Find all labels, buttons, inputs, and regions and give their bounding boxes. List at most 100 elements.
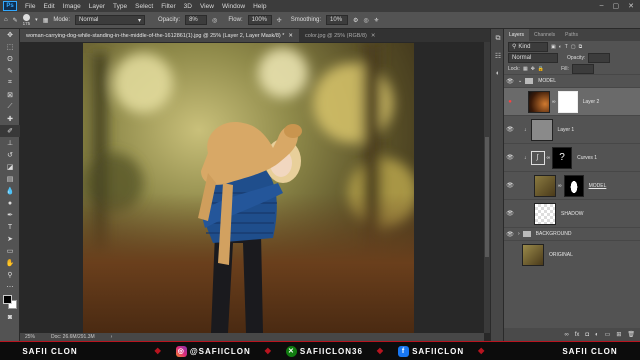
frame-tool-icon[interactable]: ⊠ xyxy=(0,89,20,101)
eraser-tool-icon[interactable]: ◪ xyxy=(0,161,20,173)
quick-mask-icon[interactable]: ◙ xyxy=(0,311,20,323)
chevron-down-icon[interactable]: ⌄ xyxy=(518,78,522,84)
gradient-tool-icon[interactable]: ▤ xyxy=(0,173,20,185)
facebook-link[interactable]: f SAFIICLON xyxy=(398,345,464,357)
pen-tool-icon[interactable]: ✒ xyxy=(0,209,20,221)
marquee-tool-icon[interactable]: ⬚ xyxy=(0,41,20,53)
hand-tool-icon[interactable]: ✋ xyxy=(0,257,20,269)
layer-row[interactable]: 👁 › BACKGROUND xyxy=(504,227,640,240)
lock-pixels-icon[interactable]: ▦ xyxy=(523,66,528,72)
smoothing-field[interactable]: 10% xyxy=(326,15,349,25)
menu-window[interactable]: Window xyxy=(218,3,249,10)
history-brush-tool-icon[interactable]: ↺ xyxy=(0,149,20,161)
tab-document-1[interactable]: woman-carrying-dog-while-standing-in-the… xyxy=(20,29,300,42)
brush-preset-picker[interactable]: 175 xyxy=(23,13,30,27)
menu-file[interactable]: File xyxy=(21,3,39,10)
adjustments-panel-icon[interactable]: ◐ xyxy=(491,66,505,80)
symmetry-icon[interactable]: ⚜ xyxy=(374,17,379,24)
foreground-color-swatch[interactable] xyxy=(3,295,12,304)
brush-settings-icon[interactable]: ▦ xyxy=(43,17,49,24)
layer-mask-thumbnail[interactable] xyxy=(557,90,578,113)
link-icon[interactable]: ∞ xyxy=(547,155,551,161)
type-tool-icon[interactable]: T xyxy=(0,221,20,233)
kind-filter-select[interactable]: ⚲ Kind xyxy=(508,41,548,52)
tab-layers[interactable]: Layers xyxy=(504,29,530,41)
scrollbar-thumb[interactable] xyxy=(485,137,489,257)
history-panel-icon[interactable]: ⧉ xyxy=(491,32,505,46)
document-canvas[interactable] xyxy=(83,43,414,333)
link-layers-icon[interactable]: ∞ xyxy=(564,332,568,338)
xbox-link[interactable]: ✕ SAFIICLON36 xyxy=(285,345,363,357)
path-select-tool-icon[interactable]: ➤ xyxy=(0,233,20,245)
new-adjustment-icon[interactable]: ◐ xyxy=(595,332,599,338)
add-mask-icon[interactable]: ◘ xyxy=(585,332,589,338)
link-icon[interactable]: ∞ xyxy=(552,99,556,105)
color-swatches[interactable] xyxy=(0,293,20,311)
fill-field[interactable] xyxy=(571,63,594,74)
lasso-tool-icon[interactable]: ʘ xyxy=(0,53,20,65)
fx-icon[interactable]: fx xyxy=(575,332,580,338)
lock-position-icon[interactable]: ✥ xyxy=(531,66,535,72)
blur-tool-icon[interactable]: 💧 xyxy=(0,185,20,197)
tab-document-2[interactable]: color.jpg @ 25% (RGB/8) ✕ xyxy=(299,29,381,42)
minimize-button[interactable]: – xyxy=(600,2,604,10)
chevron-right-icon[interactable]: › xyxy=(111,334,113,340)
layer-row[interactable]: ORIGINAL xyxy=(504,240,640,268)
brush-tool-icon[interactable]: ✎ xyxy=(13,17,18,24)
pressure-opacity-icon[interactable]: ◎ xyxy=(212,17,217,24)
flow-field[interactable]: 100% xyxy=(247,15,272,25)
tab-paths[interactable]: Paths xyxy=(560,29,583,41)
healing-tool-icon[interactable]: ✚ xyxy=(0,113,20,125)
link-icon[interactable]: ∞ xyxy=(558,183,562,189)
new-layer-icon[interactable]: ⊞ xyxy=(616,331,621,338)
layer-row[interactable]: 👁 ↓ ∫ ∞ ? Curves 1 xyxy=(504,143,640,171)
close-icon[interactable]: ✕ xyxy=(371,33,376,39)
layer-opacity-field[interactable] xyxy=(588,52,611,63)
clone-stamp-tool-icon[interactable]: ⊥ xyxy=(0,137,20,149)
close-button[interactable]: ✕ xyxy=(628,2,634,10)
new-group-icon[interactable]: ▭ xyxy=(605,331,611,338)
gear-icon[interactable]: ⚙ xyxy=(353,17,358,24)
crop-tool-icon[interactable]: ⌗ xyxy=(0,77,20,89)
layer-mask-thumbnail[interactable]: ? xyxy=(552,146,573,169)
menu-type[interactable]: Type xyxy=(109,3,131,10)
filter-shape-icon[interactable]: ▢ xyxy=(571,44,576,50)
filter-smart-icon[interactable]: ⧉ xyxy=(579,44,583,50)
menu-edit[interactable]: Edit xyxy=(39,3,58,10)
properties-panel-icon[interactable]: ☷ xyxy=(491,49,505,63)
close-icon[interactable]: ✕ xyxy=(288,33,293,39)
move-tool-icon[interactable]: ✥ xyxy=(0,29,20,41)
brush-tool-icon[interactable]: ✐ xyxy=(0,125,20,137)
layer-row[interactable]: 👁 ↓ Layer 1 xyxy=(504,115,640,143)
layer-row[interactable]: 👁 ⌄ MODEL xyxy=(504,74,640,87)
lock-all-icon[interactable]: 🔒 xyxy=(538,66,544,72)
eye-icon[interactable]: 👁 xyxy=(504,78,516,85)
layer-row[interactable]: 👁 ∞ MODEL xyxy=(504,171,640,199)
more-tools-icon[interactable]: ⋯ xyxy=(0,281,20,293)
quick-select-tool-icon[interactable]: ✎ xyxy=(0,65,20,77)
eye-icon[interactable]: ● xyxy=(504,99,516,105)
filter-type-icon[interactable]: T xyxy=(565,44,568,50)
layer-row[interactable]: 👁 SHADOW xyxy=(504,199,640,227)
blend-mode-select[interactable]: Normal xyxy=(508,52,558,63)
menu-select[interactable]: Select xyxy=(131,3,157,10)
chevron-down-icon[interactable]: ▾ xyxy=(35,17,38,23)
airbrush-icon[interactable]: ✢ xyxy=(277,17,282,24)
mode-select[interactable]: Normal ▾ xyxy=(75,15,146,25)
zoom-level[interactable]: 25% xyxy=(25,334,35,340)
maximize-button[interactable]: ▢ xyxy=(613,2,620,10)
layer-row[interactable]: ● ∞ Layer 2 xyxy=(504,87,640,115)
zoom-tool-icon[interactable]: ⚲ xyxy=(0,269,20,281)
eye-icon[interactable]: 👁 xyxy=(504,210,516,217)
opacity-field[interactable]: 8% xyxy=(185,15,208,25)
home-icon[interactable]: ⌂ xyxy=(4,17,8,23)
trash-icon[interactable]: 🗑 xyxy=(627,331,635,338)
eye-icon[interactable]: 👁 xyxy=(504,154,516,161)
instagram-link[interactable]: ◎ @SAFIICLON xyxy=(175,345,251,357)
dodge-tool-icon[interactable]: ● xyxy=(0,197,20,209)
menu-help[interactable]: Help xyxy=(249,3,270,10)
eyedropper-tool-icon[interactable]: ⟋ xyxy=(0,101,20,113)
filter-adjustment-icon[interactable]: ◐ xyxy=(559,44,562,50)
tab-channels[interactable]: Channels xyxy=(529,29,560,41)
eye-icon[interactable]: 👁 xyxy=(504,231,516,238)
